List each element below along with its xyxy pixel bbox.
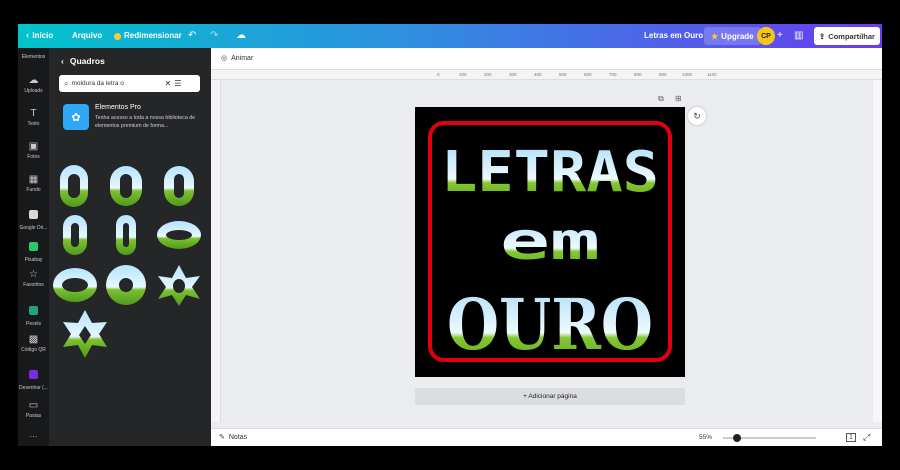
design-page[interactable]: LETRAS em OURO <box>415 107 685 377</box>
chevron-left-icon: ‹ <box>26 30 30 41</box>
frame-ellipse-wide[interactable] <box>53 268 97 302</box>
animate-button[interactable]: ◎ Animar <box>221 48 253 70</box>
animate-icon: ◎ <box>221 55 228 62</box>
ruler-vertical <box>211 80 221 422</box>
vertical-scrollbar[interactable] <box>873 80 882 422</box>
duplicate-page-icon[interactable]: ⧉ <box>658 94 664 104</box>
rail-item-draw[interactable]: Desenhar (... <box>18 366 49 392</box>
add-member-button[interactable]: + <box>777 24 783 48</box>
cloud-save-button[interactable]: ☁ <box>236 24 246 48</box>
file-menu[interactable]: Arquivo <box>72 24 102 48</box>
rail-item-folders[interactable]: ▭ Pastas <box>18 400 49 420</box>
frame-flower[interactable] <box>106 265 146 305</box>
pro-elements-icon: ✿ <box>63 104 89 130</box>
frames-grid <box>53 165 201 358</box>
add-page-icon[interactable]: ⊞ <box>675 94 682 103</box>
panel-header[interactable]: ‹ Quadros <box>61 56 105 66</box>
refresh-icon[interactable]: ↻ <box>688 107 706 125</box>
search-box: ⌕ ✕ ☰ <box>59 75 200 92</box>
resize-button[interactable]: Redimensionar <box>114 24 182 48</box>
background-icon: ▦ <box>28 174 39 185</box>
filter-icon[interactable]: ☰ <box>174 79 181 88</box>
clear-icon[interactable]: ✕ <box>164 79 171 88</box>
insights-button[interactable]: ▥ <box>794 24 803 48</box>
upgrade-button[interactable]: ★ Upgrade <box>704 27 761 45</box>
frame-letter-i-slim[interactable] <box>116 215 136 255</box>
draw-icon <box>29 370 38 379</box>
frame-letter-o-narrow[interactable] <box>164 166 194 206</box>
design-artwork: LETRAS em OURO <box>428 121 672 366</box>
page-count-button[interactable]: 1 <box>846 433 856 442</box>
frame-letter-o-tall[interactable] <box>60 165 88 207</box>
qr-code-icon: ▩ <box>28 334 39 345</box>
text-icon: T <box>30 108 37 119</box>
rail-item-elements[interactable]: Elementos <box>18 53 49 61</box>
bottom-bar: ✎ Notas 55% 1 ⤢ ? <box>211 428 882 446</box>
frame-letter-o-slim[interactable] <box>63 215 87 255</box>
home-button[interactable]: ‹ Início <box>26 24 53 48</box>
elements-panel: ‹ Quadros ⌕ ✕ ☰ ✿ Elementos Pro Tenha ac… <box>49 48 211 446</box>
frame-star-burst[interactable] <box>63 310 107 358</box>
redo-icon: ↷ <box>210 30 219 41</box>
rail-item-uploads[interactable]: ☁ Uploads <box>18 75 49 95</box>
rail-item-qr-code[interactable]: ▩ Código QR <box>18 334 49 354</box>
rail-item-favorites[interactable]: ☆ Favoritos <box>18 269 49 289</box>
redo-button[interactable]: ↷ <box>210 24 218 48</box>
rail-item-pexels[interactable]: Pexels <box>18 302 49 328</box>
bar-chart-icon: ▥ <box>794 30 804 41</box>
more-apps-icon[interactable]: ··· <box>18 432 49 441</box>
top-bar: ‹ Início Arquivo Redimensionar ↶ ↷ ☁ Let… <box>18 24 882 48</box>
pixabay-icon <box>29 242 38 251</box>
frame-star-flower[interactable] <box>158 265 200 306</box>
plus-icon: + <box>777 30 783 41</box>
search-icon: ⌕ <box>64 78 69 88</box>
upload-icon: ☁ <box>28 75 39 86</box>
design-line-3[interactable]: OURO <box>447 283 653 366</box>
rail-item-google-drive[interactable]: Google Dri... <box>18 206 49 232</box>
rail-item-photos[interactable]: ▣ Fotos <box>18 141 49 161</box>
design-title[interactable]: Letras em Ouro <box>644 24 703 48</box>
design-line-1[interactable]: LETRAS <box>441 140 659 205</box>
add-page-button[interactable]: + Adicionar página <box>415 388 685 405</box>
chevron-left-icon: ‹ <box>61 56 64 66</box>
notes-icon: ✎ <box>219 434 225 441</box>
undo-icon: ↶ <box>188 30 197 41</box>
ruler-horizontal: 0 100 200 300 400 500 600 700 800 900 10… <box>211 70 882 80</box>
design-line-2[interactable]: em <box>500 212 600 272</box>
search-input[interactable] <box>71 80 162 87</box>
side-rail: Elementos ☁ Uploads T Texto ▣ Fotos ▦ Fu… <box>18 48 49 446</box>
frame-letter-o-round[interactable] <box>110 166 142 206</box>
context-toolbar: ◎ Animar <box>211 48 882 70</box>
crown-icon: ★ <box>711 31 719 41</box>
rail-item-background[interactable]: ▦ Fundo <box>18 174 49 194</box>
cloud-icon: ☁ <box>236 30 246 41</box>
editor-window: ‹ Início Arquivo Redimensionar ↶ ↷ ☁ Let… <box>18 24 882 446</box>
zoom-slider[interactable] <box>723 434 816 442</box>
notes-button[interactable]: ✎ Notas <box>219 429 247 446</box>
undo-button[interactable]: ↶ <box>188 24 196 48</box>
avatar[interactable]: CP <box>757 27 775 45</box>
zoom-label[interactable]: 55% <box>699 429 712 446</box>
pro-elements-card[interactable]: ✿ Elementos Pro Tenha acesso a toda a no… <box>63 104 203 134</box>
pexels-icon <box>29 306 38 315</box>
zoom-slider-knob[interactable] <box>733 434 742 442</box>
fullscreen-icon[interactable]: ⤢ <box>863 432 870 443</box>
share-button[interactable]: ⇪ Compartilhar <box>814 27 880 45</box>
rail-item-pixabay[interactable]: Pixabay <box>18 238 49 264</box>
rail-item-text[interactable]: T Texto <box>18 108 49 128</box>
crown-icon <box>114 32 121 40</box>
folder-icon: ▭ <box>28 400 39 411</box>
star-icon: ☆ <box>29 269 38 280</box>
photos-icon: ▣ <box>28 141 39 152</box>
google-drive-icon <box>29 210 38 219</box>
frame-ellipse-horizontal[interactable] <box>157 221 201 249</box>
share-icon: ⇪ <box>819 31 826 41</box>
